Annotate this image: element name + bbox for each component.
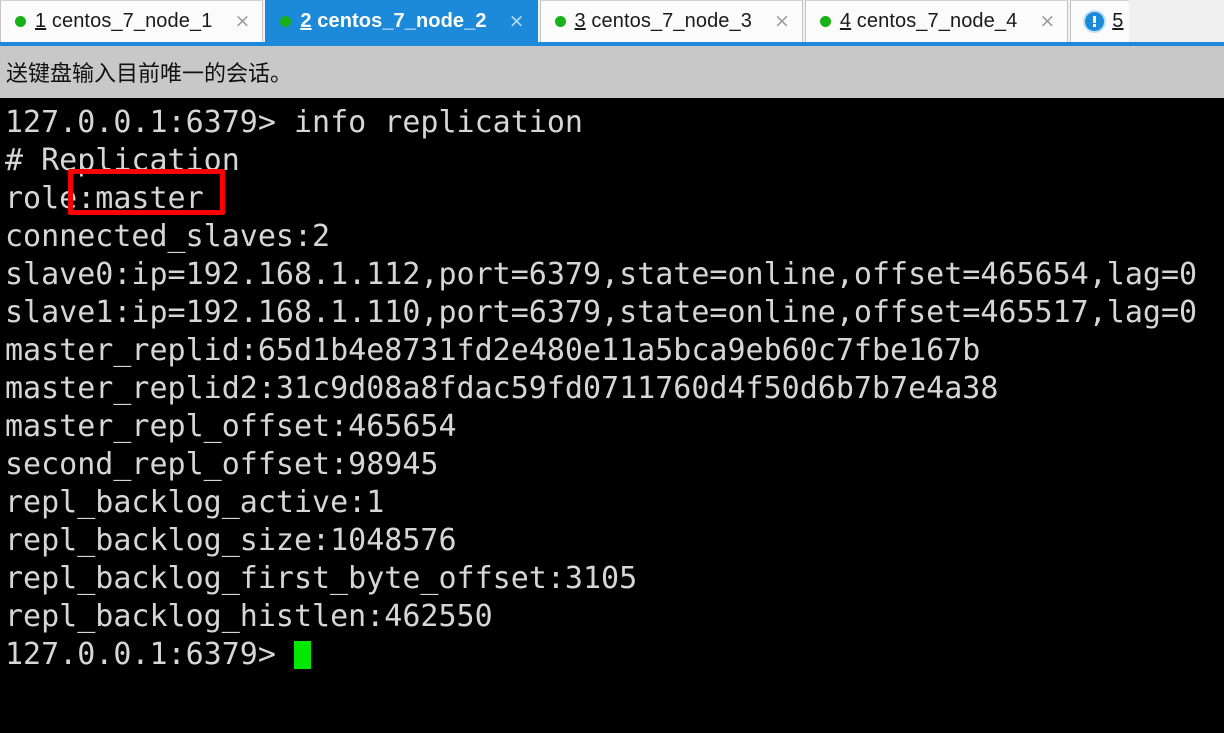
tab-index: 3 [574,10,586,32]
terminal-line-role: role:master [5,181,204,216]
tab-centos-7-node-3[interactable]: 3 centos_7_node_3 × [539,0,803,42]
tab-index: 4 [839,10,852,32]
alert-circle-icon [1085,12,1105,31]
terminal-line-second-repl-offset: second_repl_offset:98945 [5,447,439,482]
tab-bar: 1 centos_7_node_1 × 2 centos_7_node_2 × … [0,0,1224,46]
tab-close-icon[interactable]: × [503,12,531,31]
tab-index: 2 [300,10,312,32]
tab-title: centos_7_node_2 [311,10,487,32]
tab-centos-7-node-2[interactable]: 2 centos_7_node_2 × [265,0,538,42]
tab-title: centos_7_node_1 [46,10,213,32]
terminal-cursor [293,641,311,669]
tab-label: 5 [1112,10,1123,33]
terminal-line-repl-backlog-first-byte-offset: repl_backlog_first_byte_offset:3105 [5,561,638,596]
tab-close-icon[interactable]: × [768,12,796,31]
tab-status-dot-icon [819,16,831,27]
terminal-line-repl-backlog-size: repl_backlog_size:1048576 [5,523,457,558]
tab-centos-7-node-4[interactable]: 4 centos_7_node_4 × [804,0,1069,42]
tab-status-dot-icon [15,16,26,27]
terminal-output-area[interactable]: 127.0.0.1:6379> info replication # Repli… [0,98,1224,733]
tab-session-5[interactable]: 5 [1070,0,1130,42]
tab-label: 4 centos_7_node_4 [840,10,1017,33]
terminal-line-slave0: slave0:ip=192.168.1.112,port=6379,state=… [5,257,1198,292]
tab-title: centos_7_node_4 [851,10,1018,32]
terminal-line-master-replid: master_replid:65d1b4e8731fd2e480e11a5bca… [5,333,981,368]
tab-label: 2 centos_7_node_2 [300,10,486,33]
keyboard-input-notice-bar: 送键盘输入目前唯一的会话。 [0,46,1224,98]
tab-title: centos_7_node_3 [585,10,752,32]
tab-index: 5 [1112,10,1124,32]
tab-index: 1 [35,10,47,32]
tab-close-icon[interactable]: × [1033,12,1061,31]
tab-label: 1 centos_7_node_1 [35,10,212,33]
tab-centos-7-node-1[interactable]: 1 centos_7_node_1 × [0,0,264,42]
terminal-line-slave1: slave1:ip=192.168.1.110,port=6379,state=… [5,295,1198,330]
tab-close-icon[interactable]: × [228,12,256,31]
terminal-prompt: 127.0.0.1:6379> [5,637,294,672]
terminal-line-connected-slaves: connected_slaves:2 [5,219,331,254]
terminal-line-repl-backlog-active: repl_backlog_active:1 [5,485,385,520]
tab-status-dot-icon [554,16,566,27]
terminal-prompt-line: 127.0.0.1:6379> [5,636,1224,674]
terminal-line-repl-backlog-histlen: repl_backlog_histlen:462550 [5,599,493,634]
tab-label: 3 centos_7_node_3 [575,10,752,33]
terminal-line-command: 127.0.0.1:6379> info replication [5,105,583,140]
terminal-line-master-replid2: master_replid2:31c9d08a8fdac59fd0711760d… [5,371,999,406]
notice-text: 送键盘输入目前唯一的会话。 [6,62,293,87]
terminal-line-master-repl-offset: master_repl_offset:465654 [5,409,457,444]
tab-status-dot-icon [280,16,292,27]
terminal-line-section-header: # Replication [5,143,240,178]
